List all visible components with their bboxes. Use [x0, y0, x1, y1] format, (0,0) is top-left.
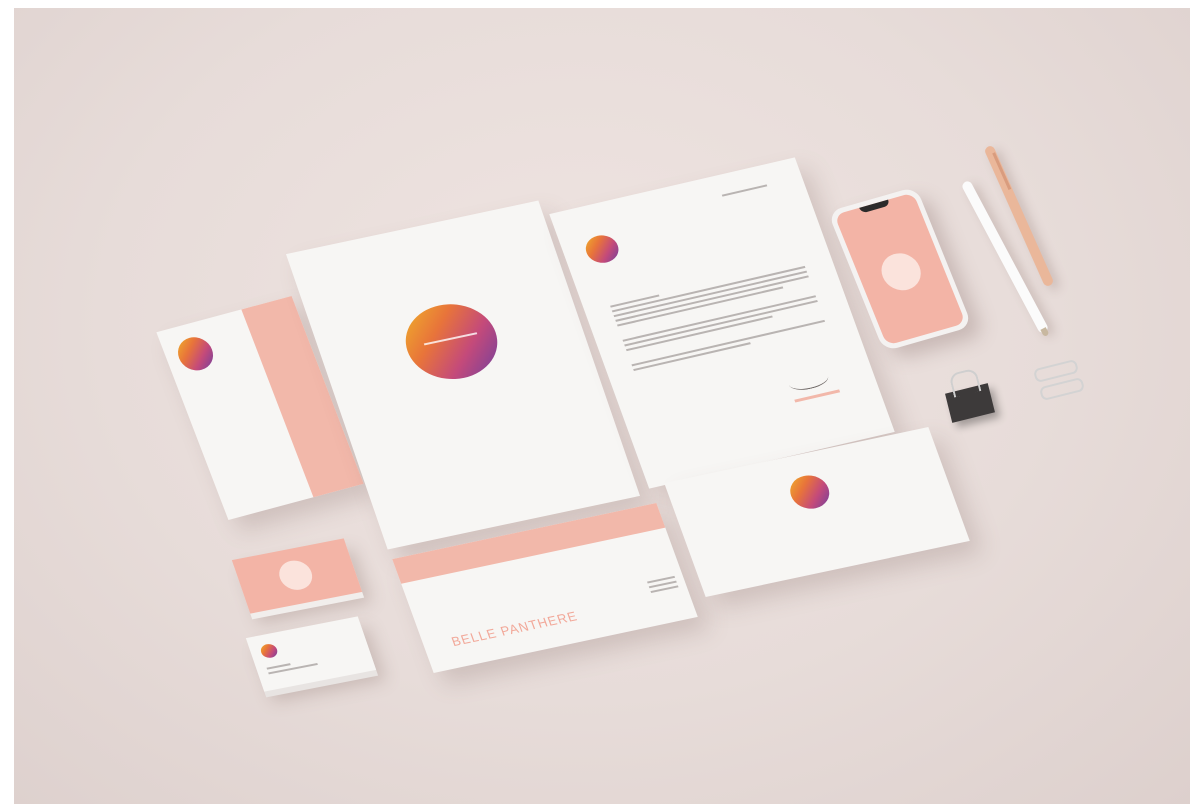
- letterhead-body: [609, 258, 828, 374]
- letterhead-date: [721, 184, 768, 197]
- letterhead-logo: [581, 232, 623, 266]
- envelope-wordmark: BELLE PANTHERE: [449, 608, 580, 650]
- business-card-logo-front: [258, 642, 280, 660]
- pen-clip: [992, 152, 1012, 191]
- business-card-stack-front: [245, 616, 377, 692]
- pencil-tip: [1040, 327, 1050, 337]
- pen: [983, 144, 1055, 288]
- business-card-logo-back: [275, 557, 317, 593]
- folder-logo-wordmark: [423, 332, 478, 346]
- mockup-scene: BELLE PANTHERE: [14, 8, 1190, 804]
- brochure-logo: [172, 333, 219, 375]
- business-card-text: [266, 653, 329, 677]
- binder-clip: [945, 367, 995, 423]
- binder-clip-handle: [948, 367, 982, 398]
- phone-notch: [859, 199, 891, 214]
- signature-name: [794, 389, 841, 403]
- business-card-stack-back: [231, 538, 363, 614]
- signature: [786, 367, 831, 394]
- folder-logo: [395, 296, 509, 388]
- envelope-logo: [785, 471, 835, 513]
- envelope-return-address: [646, 573, 680, 596]
- phone-logo: [875, 248, 927, 295]
